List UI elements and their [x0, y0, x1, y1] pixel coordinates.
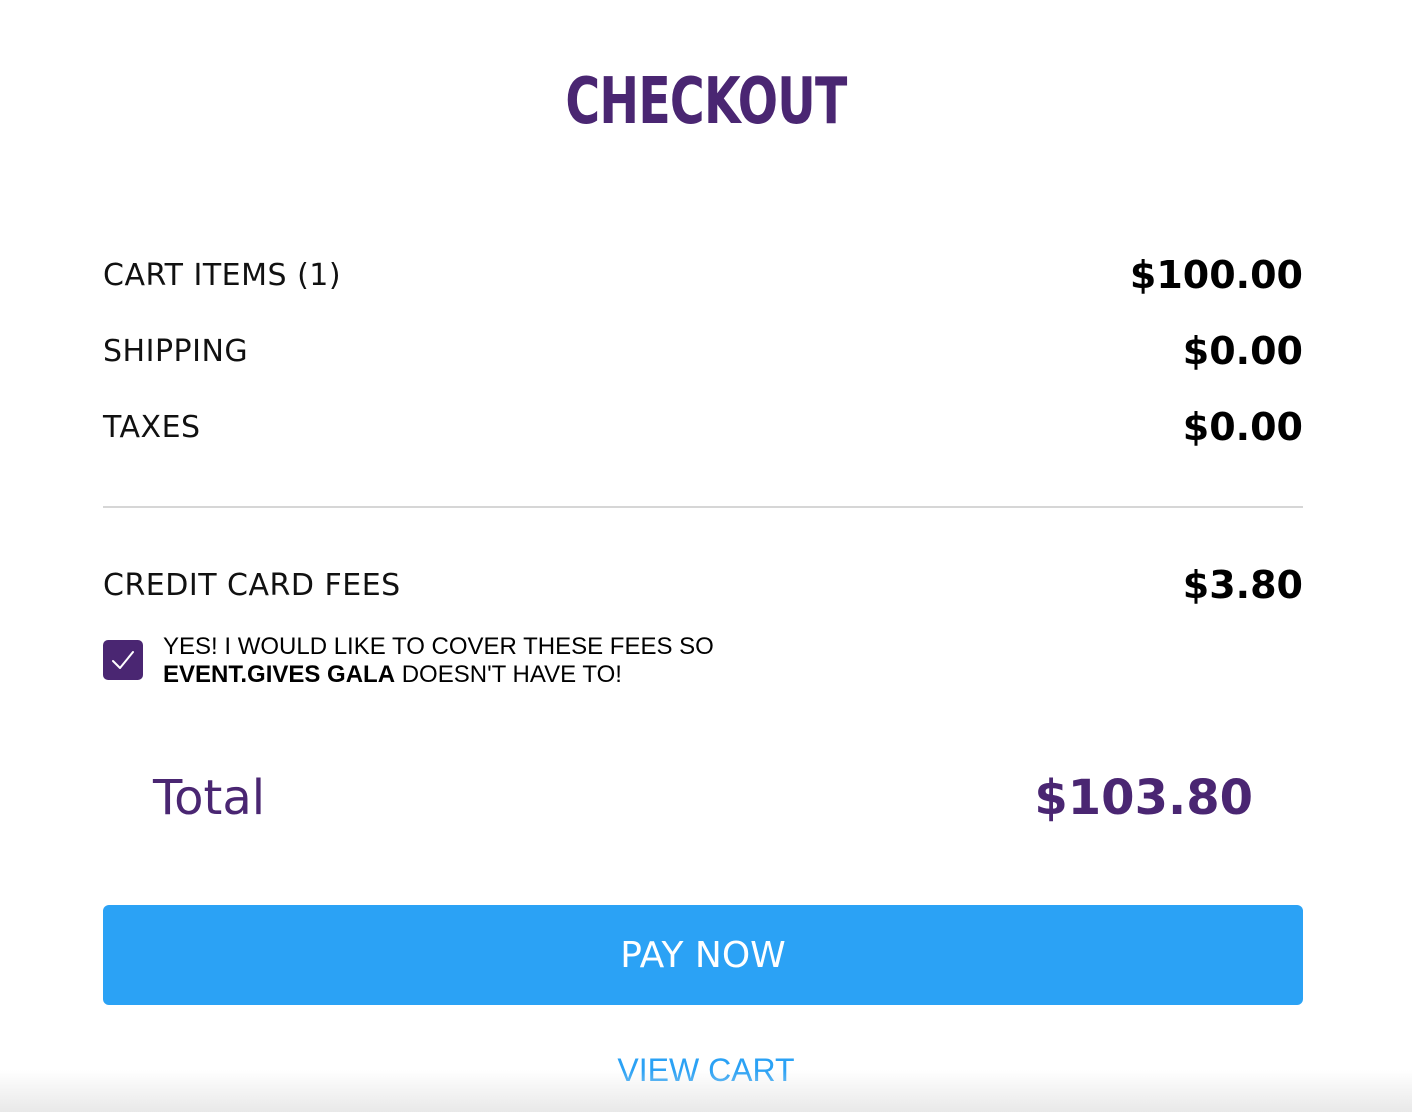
taxes-amount: $0.00 [1182, 405, 1303, 449]
cart-items-row: CART ITEMS (1) $100.00 [103, 253, 1303, 297]
shipping-label: SHIPPING [103, 333, 249, 369]
checkout-page: CHECKOUT CART ITEMS (1) $100.00 SHIPPING… [0, 0, 1412, 1112]
shipping-row: SHIPPING $0.00 [103, 329, 1303, 373]
credit-card-fees-row: CREDIT CARD FEES $3.80 [103, 563, 1303, 607]
summary-divider [103, 506, 1303, 508]
cover-fees-text-line1: YES! I WOULD LIKE TO COVER THESE FEES SO [163, 633, 714, 660]
view-cart-link[interactable]: VIEW CART [0, 1052, 1412, 1089]
organization-name: EVENT.GIVES GALA [163, 661, 396, 688]
cover-fees-option: YES! I WOULD LIKE TO COVER THESE FEES SO… [103, 633, 714, 689]
taxes-label: TAXES [103, 409, 201, 445]
cart-items-label: CART ITEMS (1) [103, 257, 342, 293]
shipping-amount: $0.00 [1182, 329, 1303, 373]
cover-fees-text: YES! I WOULD LIKE TO COVER THESE FEES SO… [163, 633, 714, 689]
total-label: Total [153, 770, 266, 826]
total-row: Total $103.80 [153, 770, 1253, 826]
checkmark-icon [112, 651, 134, 669]
total-amount: $103.80 [1034, 770, 1253, 826]
cover-fees-checkbox[interactable] [103, 640, 143, 680]
pay-now-button[interactable]: PAY NOW [103, 905, 1303, 1005]
taxes-row: TAXES $0.00 [103, 405, 1303, 449]
cover-fees-text-line2: EVENT.GIVES GALA DOESN'T HAVE TO! [163, 661, 714, 689]
page-title: CHECKOUT [565, 65, 847, 139]
cover-fees-text-suffix: DOESN'T HAVE TO! [401, 661, 622, 688]
cart-items-amount: $100.00 [1129, 253, 1303, 297]
credit-card-fees-label: CREDIT CARD FEES [103, 567, 401, 603]
credit-card-fees-amount: $3.80 [1182, 563, 1303, 607]
